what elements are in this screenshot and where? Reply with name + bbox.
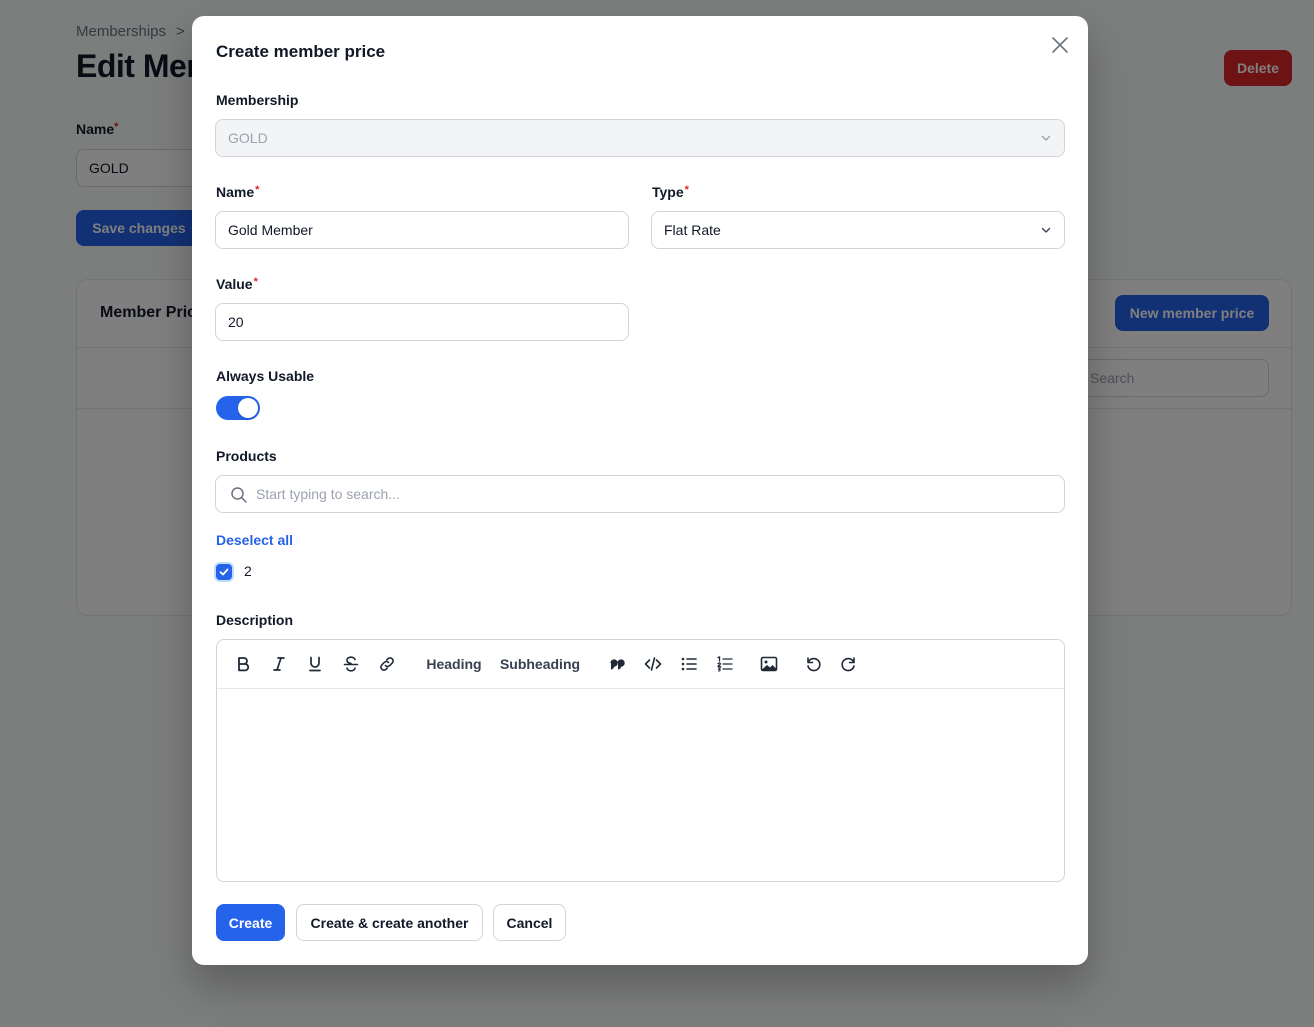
- bold-icon[interactable]: [231, 653, 255, 675]
- value-input[interactable]: 20: [215, 303, 629, 341]
- value-label: Value*: [216, 276, 258, 292]
- type-select[interactable]: Flat Rate: [651, 211, 1065, 249]
- description-editor: Heading Subheading: [216, 639, 1065, 882]
- description-label: Description: [216, 612, 294, 628]
- create-button[interactable]: Create: [216, 904, 285, 941]
- search-icon: [231, 487, 247, 503]
- italic-icon[interactable]: [267, 653, 291, 675]
- image-icon[interactable]: [757, 653, 781, 675]
- membership-value: GOLD: [228, 130, 268, 146]
- always-usable-toggle[interactable]: [216, 396, 260, 420]
- code-icon[interactable]: [641, 653, 665, 675]
- products-label: Products: [216, 448, 277, 464]
- products-search-placeholder: Start typing to search...: [256, 486, 400, 502]
- always-usable-label: Always Usable: [216, 368, 315, 384]
- toggle-knob: [238, 398, 258, 418]
- strikethrough-icon[interactable]: [339, 653, 363, 675]
- link-icon[interactable]: [375, 653, 399, 675]
- description-editor-body[interactable]: [217, 689, 1064, 881]
- create-member-price-modal: Create member price Membership GOLD Name…: [192, 16, 1088, 965]
- chevron-down-icon: [1041, 135, 1051, 141]
- modal-title: Create member price: [216, 42, 386, 61]
- subheading-button[interactable]: Subheading: [499, 653, 581, 675]
- type-label: Type*: [652, 184, 689, 200]
- bullet-list-icon[interactable]: [677, 653, 701, 675]
- membership-select[interactable]: GOLD: [215, 119, 1065, 157]
- heading-button[interactable]: Heading: [423, 653, 485, 675]
- create-and-create-another-button[interactable]: Create & create another: [296, 904, 483, 941]
- name-label: Name*: [216, 184, 260, 200]
- close-icon[interactable]: [1050, 35, 1070, 55]
- membership-label: Membership: [216, 92, 299, 108]
- type-value: Flat Rate: [664, 222, 721, 238]
- products-search-input[interactable]: Start typing to search...: [215, 475, 1065, 513]
- product-checkbox-label: 2: [244, 563, 252, 579]
- quote-icon[interactable]: [605, 653, 629, 675]
- check-icon: [219, 568, 229, 576]
- name-input[interactable]: Gold Member: [215, 211, 629, 249]
- underline-icon[interactable]: [303, 653, 327, 675]
- cancel-button[interactable]: Cancel: [493, 904, 566, 941]
- ordered-list-icon[interactable]: [713, 653, 737, 675]
- undo-icon[interactable]: [801, 653, 825, 675]
- redo-icon[interactable]: [837, 653, 861, 675]
- deselect-all-link[interactable]: Deselect all: [216, 532, 293, 548]
- chevron-down-icon: [1041, 227, 1051, 233]
- product-checkbox[interactable]: [216, 564, 232, 580]
- editor-toolbar: Heading Subheading: [217, 640, 1064, 689]
